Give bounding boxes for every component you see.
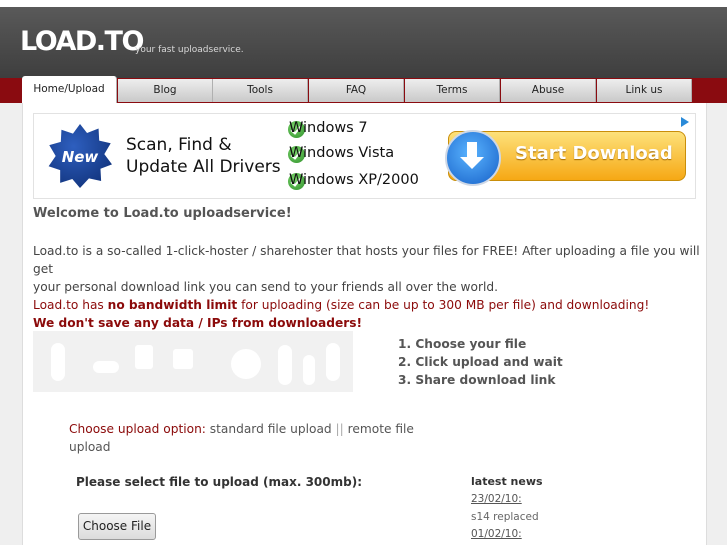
- ad-os-windows-xp: Windows XP/2000: [289, 172, 419, 188]
- tab-faq[interactable]: FAQ: [309, 79, 404, 102]
- standard-upload-link[interactable]: standard file upload: [210, 422, 332, 436]
- upload-option-separator: ||: [335, 422, 344, 436]
- select-file-label: Please select file to upload (max. 300mb…: [76, 475, 362, 489]
- site-header: LOAD.TO your fast uploadservice.: [0, 0, 727, 78]
- upload-option-label: Choose upload option:: [69, 422, 206, 436]
- page-margin-left: [0, 103, 22, 545]
- main-navigation: Home/Upload Blog Tools FAQ Terms Abuse L…: [0, 76, 727, 103]
- step-3: 3. Share download link: [398, 373, 556, 387]
- tab-link-us[interactable]: Link us: [597, 79, 692, 102]
- tab-blog[interactable]: Blog: [118, 79, 213, 102]
- latest-news-heading: latest news: [471, 475, 543, 488]
- news-date-link[interactable]: 01/02/10:: [471, 528, 522, 540]
- choose-file-button[interactable]: Choose File: [78, 513, 156, 540]
- steps-list: 1. Choose your file 2. Click upload and …: [398, 335, 563, 389]
- site-slogan: your fast uploadservice.: [135, 45, 244, 55]
- music-icon: [93, 361, 119, 373]
- bandwidth-prefix: Load.to has: [33, 298, 108, 312]
- bandwidth-suffix: for uploading (size can be up to 300 MB …: [237, 298, 650, 312]
- header-top-border: [0, 0, 727, 7]
- person-icon: [303, 355, 315, 385]
- start-download-label: Start Download: [515, 143, 673, 164]
- step-1: 1. Choose your file: [398, 337, 527, 351]
- upload-options: Choose upload option: standard file uplo…: [69, 420, 419, 456]
- ad-headline: Scan, Find & Update All Drivers: [126, 135, 281, 177]
- video-icon: [135, 345, 153, 369]
- page-title: Welcome to Load.to uploadservice!: [33, 206, 292, 221]
- download-arrow-head: [460, 157, 484, 169]
- page-margin-right: [706, 103, 727, 545]
- steps-illustration: [33, 331, 353, 392]
- person-icon: [278, 345, 292, 385]
- globe-icon: [231, 349, 261, 379]
- bandwidth-bold: no bandwidth limit: [107, 298, 238, 312]
- privacy-notice: We don't save any data / IPs from downlo…: [33, 316, 363, 330]
- ad-badge-label: New: [61, 148, 99, 166]
- news-date-link[interactable]: 23/02/10:: [471, 493, 522, 505]
- ad-os-windows-7: Windows 7: [289, 120, 368, 136]
- intro-line-2: your personal download link you can send…: [33, 280, 498, 294]
- image-icon: [173, 349, 193, 369]
- ad-os-windows-vista: Windows Vista: [289, 145, 395, 161]
- start-download-button[interactable]: Start Download: [445, 130, 686, 186]
- download-arrow-icon: [445, 130, 501, 186]
- intro-text: Load.to is a so-called 1-click-hoster / …: [33, 242, 703, 332]
- tab-terms[interactable]: Terms: [405, 79, 500, 102]
- person-icon: [326, 343, 340, 381]
- tab-home-upload[interactable]: Home/Upload: [22, 76, 117, 103]
- person-icon: [51, 343, 65, 381]
- adchoices-icon[interactable]: [681, 117, 689, 127]
- tab-tools[interactable]: Tools: [213, 79, 308, 102]
- news-item-text: s14 replaced: [471, 511, 539, 523]
- driver-ad-banner[interactable]: New Scan, Find & Update All Drivers Wind…: [33, 113, 696, 199]
- site-logo[interactable]: LOAD.TO: [20, 26, 144, 57]
- step-2: 2. Click upload and wait: [398, 355, 563, 369]
- bandwidth-notice: Load.to has no bandwidth limit for uploa…: [33, 296, 703, 314]
- intro-line-1: Load.to is a so-called 1-click-hoster / …: [33, 244, 700, 276]
- tab-abuse[interactable]: Abuse: [501, 79, 596, 102]
